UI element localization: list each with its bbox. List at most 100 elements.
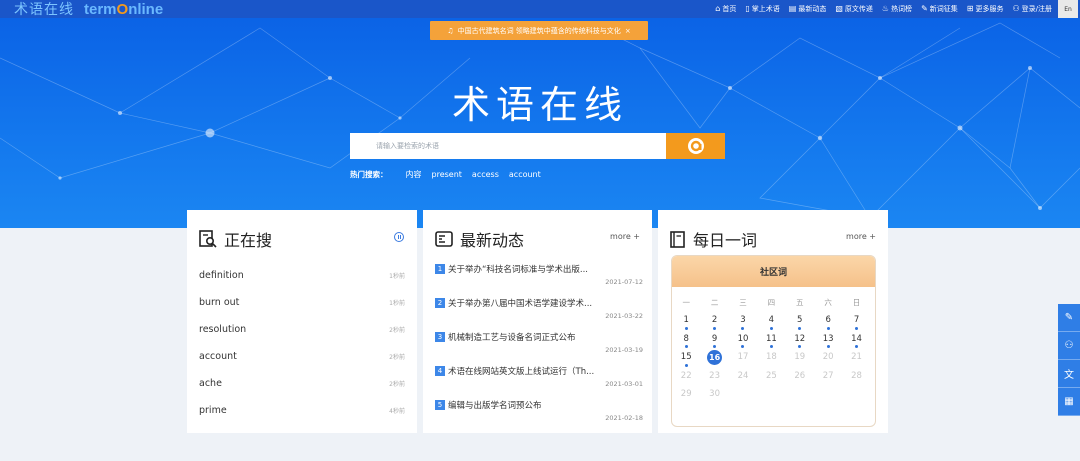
card-header: 正在搜 bbox=[199, 227, 272, 251]
nav-document[interactable]: ▧ 原文传递 bbox=[835, 4, 873, 14]
list-item[interactable]: definition 1秒前 bbox=[199, 262, 405, 289]
user-icon: ⚇ bbox=[1012, 4, 1020, 13]
calendar-day: 29 bbox=[680, 389, 692, 400]
qrcode-icon[interactable]: ▦ bbox=[1058, 388, 1080, 416]
news-item[interactable]: 4 术语在线网站英文版上线试运行（Th... 2021-03-01 bbox=[435, 364, 643, 398]
language-switch[interactable]: En bbox=[1058, 0, 1078, 18]
grid-icon: ⊞ bbox=[966, 4, 974, 13]
calendar-day: 18 bbox=[765, 352, 777, 363]
calendar-day[interactable]: 14 bbox=[842, 330, 870, 348]
list-item[interactable]: resolution 2秒前 bbox=[199, 316, 405, 343]
notice-banner[interactable]: ♫ 中国古代建筑名词 领略建筑中蕴含的传统科技与文化 × bbox=[430, 21, 648, 40]
calendar-day[interactable]: 13 bbox=[814, 330, 842, 348]
calendar-day[interactable]: 9 bbox=[700, 330, 728, 348]
news-item[interactable]: 1 关于举办“科技名词标准与学术出版... 2021-07-12 bbox=[435, 262, 643, 296]
calendar-day[interactable]: 2 bbox=[700, 311, 728, 330]
calendar-day[interactable]: 5 bbox=[786, 311, 814, 330]
calendar-day: 28 bbox=[851, 370, 862, 381]
home-icon: ⌂ bbox=[715, 4, 721, 13]
hot-keyword[interactable]: access bbox=[472, 170, 499, 179]
news-icon: ▤ bbox=[788, 4, 797, 13]
calendar-day bbox=[729, 385, 757, 404]
nav-hot-words[interactable]: ♨ 热词榜 bbox=[882, 4, 912, 14]
calendar-day bbox=[814, 385, 842, 404]
hot-keyword[interactable]: present bbox=[432, 170, 462, 179]
close-icon[interactable]: × bbox=[625, 27, 631, 35]
calendar-day: 23 bbox=[709, 370, 720, 381]
calendar-day[interactable]: 12 bbox=[786, 330, 814, 348]
calendar-day: 24 bbox=[737, 370, 749, 381]
weekday-label: 六 bbox=[824, 297, 832, 307]
news-item[interactable]: 3 机械制造工艺与设备名词正式公布 2021-03-19 bbox=[435, 330, 643, 364]
card-header: 最新动态 bbox=[435, 227, 524, 251]
fire-icon: ♨ bbox=[881, 4, 890, 13]
news-list: 1 关于举办“科技名词标准与学术出版... 2021-07-12 2 关于举办第八届中… bbox=[435, 262, 643, 432]
search-doc-icon bbox=[199, 230, 217, 248]
feedback-icon[interactable]: ✎ bbox=[1058, 304, 1080, 332]
calendar-day[interactable]: 7 bbox=[842, 311, 870, 330]
list-item[interactable]: account 2秒前 bbox=[199, 343, 405, 370]
weekday-label: 一 bbox=[682, 297, 690, 307]
calendar-day: 25 bbox=[765, 370, 777, 381]
bell-icon: ♫ bbox=[447, 26, 454, 35]
search-icon bbox=[687, 138, 704, 154]
daily-word-card: 每日一词 more + 社区词 一二三四五六日 1 2 3 4 5 6 7 8 9 10 11 12 13… bbox=[658, 210, 888, 433]
search-input[interactable] bbox=[350, 133, 666, 159]
search-bar bbox=[350, 133, 725, 159]
card-title: 最新动态 bbox=[460, 231, 525, 250]
calendar-day[interactable]: 3 bbox=[729, 311, 757, 330]
calendar-day[interactable]: 4 bbox=[757, 311, 785, 330]
news-card: 最新动态 more + 1 关于举办“科技名词标准与学术出版... 2021-07-… bbox=[423, 210, 652, 433]
nav-mobile[interactable]: ▯ 掌上术语 bbox=[745, 4, 779, 14]
calendar-grid: 一二三四五六日 1 2 3 4 5 6 7 8 9 10 11 12 13 14 15 16 17 18 19 20 21… bbox=[672, 293, 875, 404]
calendar-day[interactable]: 16 bbox=[700, 348, 728, 367]
calendar-day: 27 bbox=[822, 370, 834, 381]
users-icon[interactable]: ⚇ bbox=[1058, 332, 1080, 360]
hot-keyword[interactable]: account bbox=[509, 170, 541, 179]
nav-new-words[interactable]: ✎ 新词征集 bbox=[921, 4, 958, 14]
list-item[interactable]: burn out 1秒前 bbox=[199, 289, 405, 316]
notice-text: 中国古代建筑名词 领略建筑中蕴含的传统科技与文化 bbox=[457, 26, 621, 35]
more-link[interactable]: more + bbox=[610, 232, 640, 241]
hero-banner: ♫ 中国古代建筑名词 领略建筑中蕴含的传统科技与文化 × 术语在线 热门搜索： … bbox=[0, 18, 1080, 228]
nav-more-services[interactable]: ⊞ 更多服务 bbox=[967, 4, 1004, 14]
hero-title: 术语在线 bbox=[451, 83, 628, 127]
calendar-day[interactable]: 15 bbox=[672, 348, 700, 367]
calendar-day[interactable]: 8 bbox=[672, 330, 700, 348]
news-item[interactable]: 2 关于举办第八届中国术语学建设学术... 2021-03-22 bbox=[435, 296, 643, 330]
searching-now-card: 正在搜 definition 1秒前 burn out 1秒前 resolution… bbox=[187, 210, 417, 433]
calendar-day bbox=[786, 385, 814, 404]
calendar-title: 社区词 bbox=[672, 256, 875, 287]
pause-icon[interactable] bbox=[394, 232, 404, 242]
calendar-day[interactable]: 11 bbox=[757, 330, 785, 348]
logo-cn: 术语在线 bbox=[14, 2, 74, 18]
hot-keyword[interactable]: 内容 bbox=[406, 169, 422, 180]
card-title: 每日一词 bbox=[693, 231, 758, 250]
calendar-day: 19 bbox=[794, 352, 806, 363]
news-icon bbox=[435, 231, 453, 247]
nav-news[interactable]: ▤ 最新动态 bbox=[789, 4, 827, 14]
nav-login[interactable]: ⚇ 登录/注册 bbox=[1012, 4, 1052, 14]
calendar-day[interactable]: 10 bbox=[729, 330, 757, 348]
calendar-day: 22 bbox=[680, 370, 692, 381]
nav-home[interactable]: ⌂ 首页 bbox=[715, 4, 736, 14]
list-item[interactable]: ache 2秒前 bbox=[199, 370, 405, 397]
calendar-day[interactable]: 6 bbox=[814, 311, 842, 330]
card-header: 每日一词 bbox=[670, 227, 757, 251]
nav-links: ⌂ 首页 ▯ 掌上术语 ▤ 最新动态 ▧ 原文传递 ♨ 热词榜 ✎ 新词征集 ⊞ 更多服务 ⚇… bbox=[715, 0, 1052, 18]
search-button[interactable] bbox=[666, 133, 725, 159]
site-logo[interactable]: 术语在线 termOnline bbox=[14, 0, 163, 19]
translate-icon[interactable]: 文 bbox=[1058, 360, 1080, 388]
book-icon bbox=[670, 230, 685, 248]
list-item[interactable]: prime 4秒前 bbox=[199, 397, 405, 424]
weekday-label: 三 bbox=[739, 297, 747, 307]
calendar-day bbox=[842, 385, 870, 404]
calendar-day[interactable]: 1 bbox=[672, 311, 700, 330]
weekday-label: 五 bbox=[796, 297, 804, 307]
card-title: 正在搜 bbox=[224, 231, 273, 250]
hot-search-label: 热门搜索： bbox=[350, 170, 388, 179]
more-link[interactable]: more + bbox=[846, 232, 876, 241]
calendar-day: 20 bbox=[822, 352, 834, 363]
news-item[interactable]: 5 编辑与出版学名词预公布 2021-02-18 bbox=[435, 398, 643, 432]
weekday-label: 二 bbox=[710, 297, 719, 307]
